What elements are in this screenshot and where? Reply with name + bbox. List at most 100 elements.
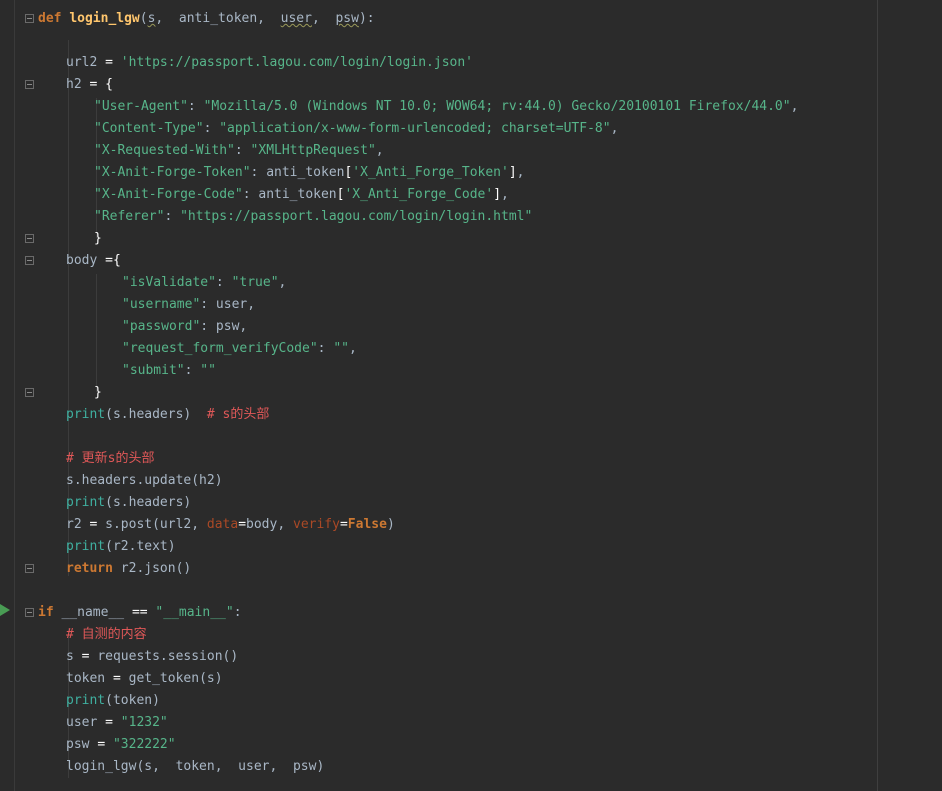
right-margin-guide [877,0,878,791]
code-token: "submit" [122,363,185,378]
code-line[interactable]: } [94,228,102,250]
code-line[interactable]: url2 = 'https://passport.lagou.com/login… [66,52,473,74]
code-token: "true" [231,275,279,290]
code-token: "username" [122,297,201,312]
code-token: "" [333,341,349,356]
fold-marker-icon[interactable] [25,234,34,243]
code-token: } [94,385,102,400]
code-line[interactable]: "request_form_verifyCode": "", [122,338,357,360]
code-line[interactable]: user = "1232" [66,712,168,734]
code-token: = [89,77,106,92]
code-token: s.headers.update(h2) [66,473,223,488]
code-token: "User-Agent" [94,99,188,114]
fold-marker-icon[interactable] [25,14,34,23]
code-line[interactable]: "submit": "" [122,360,216,382]
gutter-separator [14,0,15,791]
code-token: (s.headers) [105,407,207,422]
code-token: == [131,605,156,620]
fold-marker-icon[interactable] [25,80,34,89]
code-token: "X-Anit-Forge-Code" [94,187,243,202]
code-line[interactable]: # 更新s的头部 [66,448,154,470]
code-token: , anti_token, [155,11,281,26]
code-token: print [66,407,106,422]
code-line[interactable]: "Content-Type": "application/x-www-form-… [94,118,618,140]
code-token: False [347,517,387,532]
fold-marker-icon[interactable] [25,564,34,573]
code-token: # 自测的内容 [66,627,147,642]
code-line[interactable]: if __name__ == "__main__": [38,602,242,624]
code-line[interactable]: "X-Anit-Forge-Code": anti_token['X_Anti_… [94,184,509,206]
code-line[interactable]: "X-Requested-With": "XMLHttpRequest", [94,140,384,162]
code-line[interactable]: # 自测的内容 [66,624,147,646]
code-line[interactable]: body ={ [66,250,121,272]
code-token: = [105,715,121,730]
code-token: ): [358,11,375,26]
code-token: print [66,693,106,708]
code-token: : [234,143,251,158]
code-line[interactable]: token = get_token(s) [66,668,223,690]
code-line[interactable]: return r2.json() [66,558,191,580]
code-line[interactable]: "username": user, [122,294,255,316]
code-line[interactable]: "isValidate": "true", [122,272,286,294]
code-line[interactable]: s = requests.session() [66,646,238,668]
code-token: return [66,561,121,576]
code-token: : [215,275,232,290]
code-token: "1232" [120,715,168,730]
code-line[interactable]: print(s.headers) # s的头部 [66,404,269,426]
code-token: 'https://passport.lagou.com/login/login.… [120,55,473,70]
code-editor[interactable]: def login_lgw(s, anti_token, user, psw):… [0,0,942,791]
code-line[interactable]: print(token) [66,690,160,712]
code-token: requests.session() [97,649,239,664]
code-token: = [97,737,113,752]
code-token: user [66,715,106,730]
code-token: = [89,517,106,532]
code-line[interactable]: psw = "322222" [66,734,176,756]
code-token: login_lgw(s, token, user, psw) [66,759,325,774]
code-line[interactable]: "password": psw, [122,316,247,338]
code-token: verify [293,517,340,532]
run-arrow-icon[interactable] [0,604,10,616]
code-token: __name__ [61,605,132,620]
code-line[interactable]: s.headers.update(h2) [66,470,223,492]
code-line[interactable]: def login_lgw(s, anti_token, user, psw): [38,8,375,30]
code-line[interactable]: } [94,382,102,404]
code-token: "__main__" [155,605,234,620]
code-token: h2 [66,77,90,92]
code-token: : [187,99,204,114]
code-token: "XMLHttpRequest" [250,143,376,158]
code-line[interactable]: h2 = { [66,74,113,96]
code-token: : [233,605,242,620]
code-token: , [311,11,336,26]
code-token: = [81,649,98,664]
code-token: "Content-Type" [94,121,204,136]
code-token: : anti_token [242,187,337,202]
indent-guide [96,274,97,392]
code-token: "X-Anit-Forge-Token" [94,165,251,180]
fold-marker-icon[interactable] [25,256,34,265]
fold-marker-icon[interactable] [25,388,34,397]
code-token: data [206,517,239,532]
code-token: , [375,143,384,158]
code-token: body, [246,517,293,532]
code-line[interactable]: "X-Anit-Forge-Token": anti_token['X_Anti… [94,162,525,184]
code-token: 'X_Anti_Forge_Token' [352,165,509,180]
code-token: , [278,275,287,290]
code-token: user [280,11,312,26]
fold-marker-icon[interactable] [25,608,34,617]
code-line[interactable]: "Referer": "https://passport.lagou.com/l… [94,206,532,228]
code-line[interactable]: print(r2.text) [66,536,176,558]
code-line[interactable]: login_lgw(s, token, user, psw) [66,756,324,778]
code-token: : user, [200,297,256,312]
code-line[interactable]: "User-Agent": "Mozilla/5.0 (Windows NT 1… [94,96,798,118]
code-token: "application/x-www-form-urlencoded; char… [219,121,611,136]
code-line[interactable]: r2 = s.post(url2, data=body, verify=Fals… [66,514,395,536]
code-token: "X-Requested-With" [94,143,235,158]
code-line[interactable]: print(s.headers) [66,492,191,514]
code-token: body [66,253,106,268]
code-token: { [105,77,113,92]
code-token: "password" [122,319,201,334]
code-token: } [94,231,102,246]
code-token: s.post(url2, [105,517,207,532]
code-token: , [610,121,619,136]
code-token: "https://passport.lagou.com/login/login.… [180,209,533,224]
